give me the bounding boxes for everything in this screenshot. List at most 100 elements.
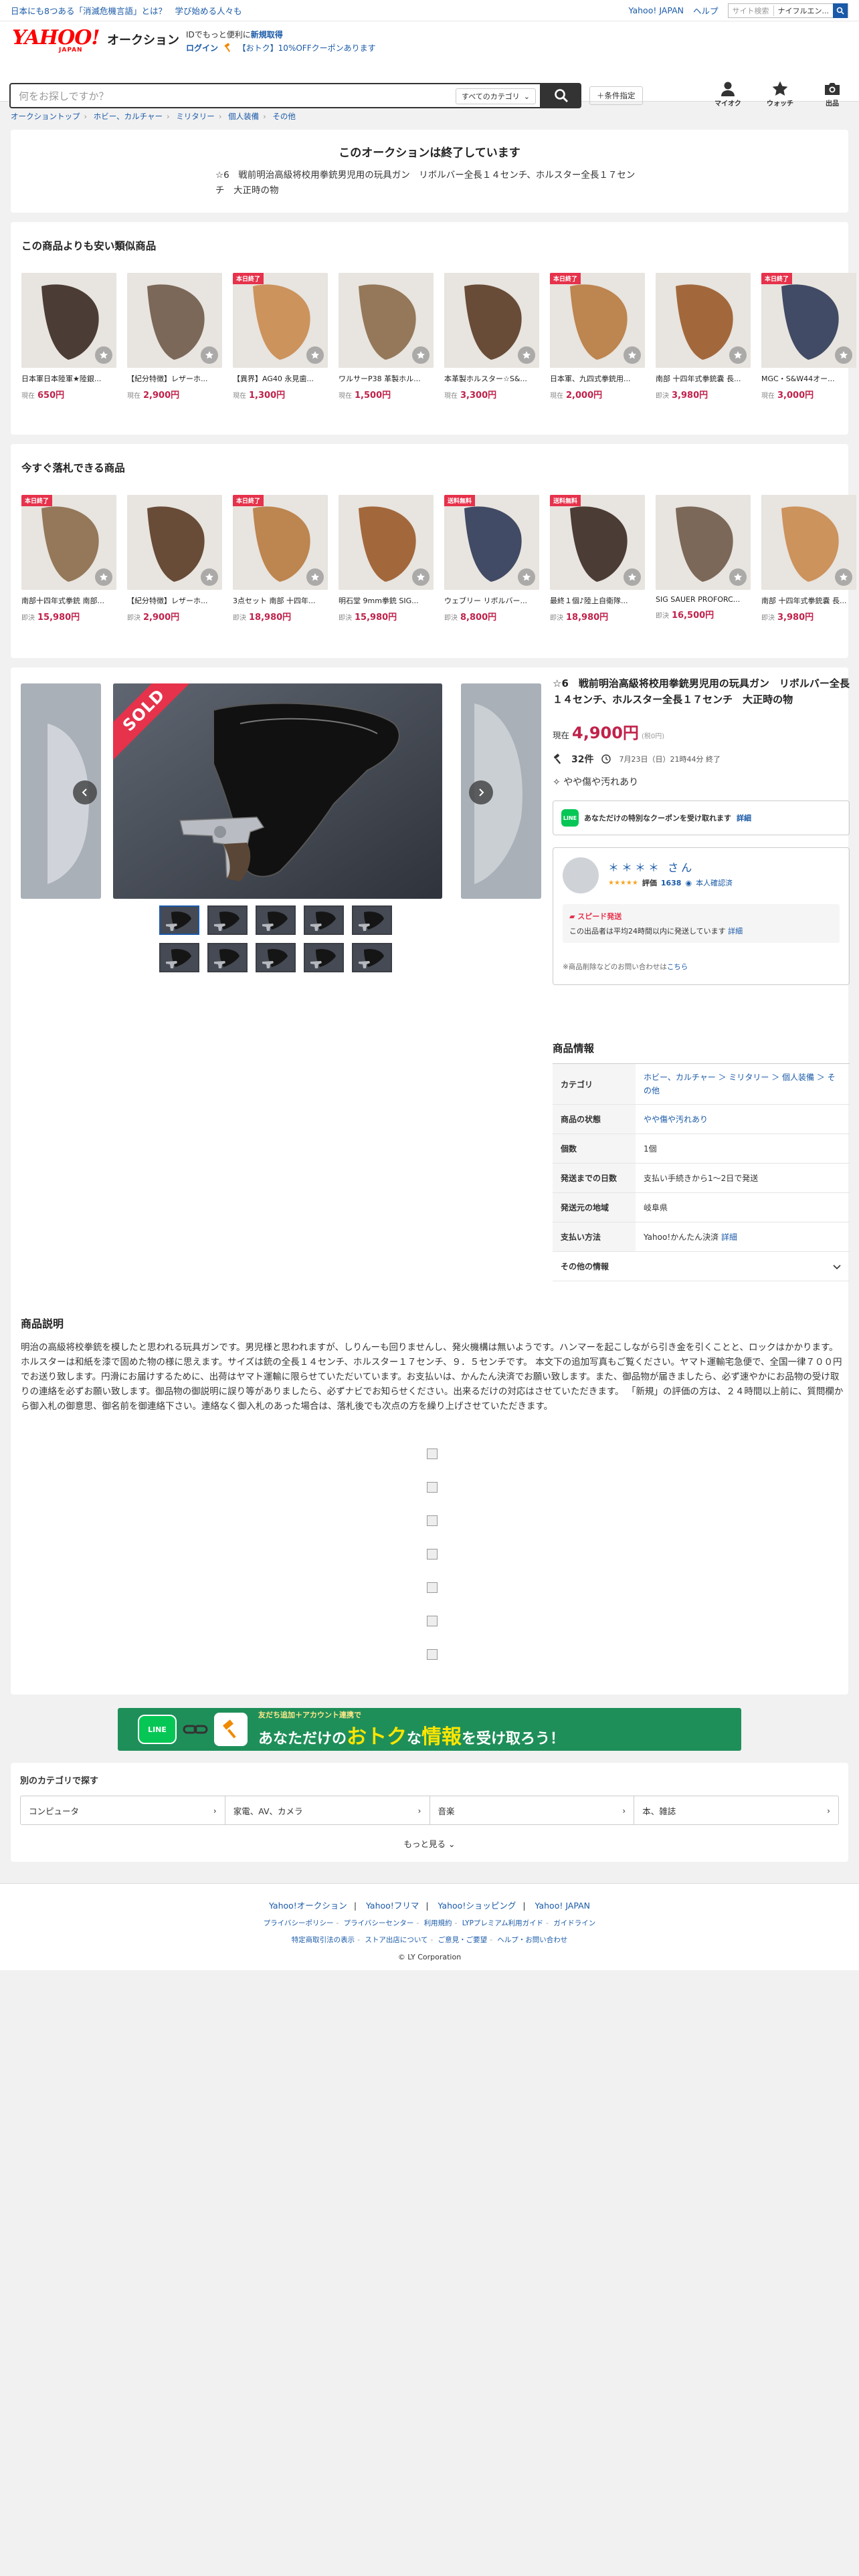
- yahoo-auction-logo[interactable]: YAHOO! JAPAN オークション: [12, 27, 179, 54]
- contact-link[interactable]: こちら: [667, 963, 688, 971]
- watch-star-button[interactable]: [835, 346, 852, 364]
- coupon-detail-link[interactable]: 詳細: [737, 813, 751, 823]
- footer-link[interactable]: ストア出店について: [365, 1936, 427, 1944]
- site-search-button[interactable]: [833, 3, 848, 18]
- product-card[interactable]: 送料無料 最終１個♪陸上自衛隊... 即決 18,980円: [550, 495, 645, 623]
- promo-link[interactable]: 日本にも8つある「消滅危機言語」とは？ 学び始める人々も: [11, 4, 242, 17]
- product-name[interactable]: 日本軍、九四式拳銃用...: [550, 373, 645, 384]
- footer-link[interactable]: LYPプレミアム利用ガイド: [462, 1919, 543, 1927]
- gallery-next-button[interactable]: [469, 780, 493, 804]
- category-link[interactable]: コンピュータ ›: [21, 1796, 225, 1824]
- product-image[interactable]: 本日終了: [21, 495, 116, 590]
- product-name[interactable]: ウェブリー リボルバー...: [444, 595, 539, 606]
- footer-link[interactable]: Yahoo!フリマ: [366, 1901, 419, 1911]
- product-name[interactable]: 南部十四年式拳銃 南部...: [21, 595, 116, 606]
- watch-list-button[interactable]: ウォッチ: [767, 80, 793, 108]
- gallery-thumbnail[interactable]: [304, 905, 344, 935]
- product-name[interactable]: 日本軍日本陸軍★陸銀...: [21, 373, 116, 384]
- category-link[interactable]: 家電、AV、カメラ ›: [225, 1796, 430, 1824]
- site-search-input[interactable]: サイト検索: [729, 5, 773, 16]
- watch-star-button[interactable]: [518, 346, 535, 364]
- footer-link[interactable]: Yahoo!ショッピング: [438, 1901, 516, 1911]
- advanced-search-button[interactable]: ＋条件指定: [589, 86, 643, 105]
- footer-link[interactable]: Yahoo! JAPAN: [535, 1901, 590, 1911]
- product-image[interactable]: [656, 273, 751, 368]
- gallery-thumbnail[interactable]: [256, 905, 296, 935]
- other-info-toggle[interactable]: その他の情報: [553, 1252, 850, 1281]
- product-image[interactable]: 本日終了: [550, 273, 645, 368]
- footer-link[interactable]: ガイドライン: [553, 1919, 595, 1927]
- search-button[interactable]: [541, 83, 581, 108]
- product-image[interactable]: 本日終了: [233, 495, 328, 590]
- product-card[interactable]: 本日終了 南部十四年式拳銃 南部... 即決 15,980円: [21, 495, 116, 623]
- payment-detail-link[interactable]: 詳細: [721, 1232, 737, 1242]
- product-name[interactable]: 最終１個♪陸上自衛隊...: [550, 595, 645, 606]
- category-path-link[interactable]: ホビー、カルチャー ＞ ミリタリー ＞ 個人装備 ＞ その他: [636, 1064, 850, 1104]
- watch-star-button[interactable]: [201, 346, 218, 364]
- product-name[interactable]: 南部 十四年式拳銃嚢 長...: [761, 595, 856, 606]
- yahoo-japan-link[interactable]: Yahoo! JAPAN: [629, 5, 684, 15]
- watch-star-button[interactable]: [729, 346, 747, 364]
- gallery-thumbnail[interactable]: [352, 943, 392, 972]
- breadcrumb-item[interactable]: オークショントップ: [11, 112, 80, 121]
- category-select[interactable]: すべてのカテゴリ ⌄: [455, 88, 536, 104]
- product-image[interactable]: [444, 273, 539, 368]
- footer-link[interactable]: 利用規約: [424, 1919, 452, 1927]
- watch-star-button[interactable]: [624, 346, 641, 364]
- bid-count[interactable]: 32件: [571, 752, 593, 766]
- product-card[interactable]: 本日終了 MGC・S&W44オー... 現在 3,000円: [761, 273, 856, 401]
- watch-star-button[interactable]: [518, 568, 535, 586]
- product-name[interactable]: 【異界】AG40 永見歯...: [233, 373, 328, 384]
- rating-count[interactable]: 1638: [661, 879, 682, 887]
- search-input[interactable]: 何をお探しですか？ すべてのカテゴリ ⌄: [9, 83, 541, 108]
- product-image[interactable]: [127, 495, 222, 590]
- product-card[interactable]: 本日終了 日本軍、九四式拳銃用... 現在 2,000円: [550, 273, 645, 401]
- product-name[interactable]: 明石堂 9mm拳銃 SIG...: [339, 595, 434, 606]
- product-card[interactable]: 本日終了 【異界】AG40 永見歯... 現在 1,300円: [233, 273, 328, 401]
- main-image[interactable]: SOLD: [113, 683, 442, 899]
- watch-star-button[interactable]: [624, 568, 641, 586]
- login-link[interactable]: ログイン: [186, 43, 218, 53]
- product-image[interactable]: 送料無料: [444, 495, 539, 590]
- product-image[interactable]: 本日終了: [233, 273, 328, 368]
- line-campaign-banner[interactable]: LINE 友だち追加＋アカウント連携で あなただけのおトクな情報を受け取ろう！: [118, 1708, 741, 1751]
- product-card[interactable]: 【紀分特徴】レザーホ... 現在 2,900円: [127, 273, 222, 401]
- footer-link[interactable]: ヘルプ・お問い合わせ: [497, 1936, 567, 1944]
- condition-link[interactable]: やや傷や汚れあり: [636, 1106, 850, 1133]
- product-image[interactable]: [21, 273, 116, 368]
- breadcrumb-item[interactable]: その他: [272, 112, 296, 121]
- category-link[interactable]: 本、雑誌 ›: [634, 1796, 838, 1824]
- product-card[interactable]: 送料無料 ウェブリー リボルバー... 即決 8,800円: [444, 495, 539, 623]
- gallery-thumbnail[interactable]: [352, 905, 392, 935]
- product-name[interactable]: 【紀分特徴】レザーホ...: [127, 595, 222, 606]
- product-name[interactable]: 3点セット 南部 十四年...: [233, 595, 328, 606]
- coupon-link[interactable]: 【おトク】10%OFFクーポンあります: [238, 43, 376, 53]
- gallery-thumbnail[interactable]: [207, 905, 248, 935]
- breadcrumb-item[interactable]: ミリタリー: [176, 112, 215, 121]
- watch-star-button[interactable]: [201, 568, 218, 586]
- product-card[interactable]: ワルサーP38 革製ホル... 現在 1,500円: [339, 273, 434, 401]
- speed-detail-link[interactable]: 詳細: [728, 927, 743, 936]
- watch-star-button[interactable]: [729, 568, 747, 586]
- product-card[interactable]: 本日終了 3点セット 南部 十四年... 即決 18,980円: [233, 495, 328, 623]
- product-image[interactable]: 送料無料: [550, 495, 645, 590]
- sell-button[interactable]: 出品: [819, 80, 846, 108]
- product-image[interactable]: [656, 495, 751, 590]
- site-search-select[interactable]: ナイフルエン...: [773, 5, 834, 16]
- product-name[interactable]: ワルサーP38 革製ホル...: [339, 373, 434, 384]
- product-card[interactable]: 南部 十四年式拳銃嚢 長... 即決 3,980円: [761, 495, 856, 623]
- footer-link[interactable]: プライバシーポリシー: [264, 1919, 334, 1927]
- product-name[interactable]: 南部 十四年式拳銃嚢 長...: [656, 373, 751, 384]
- gallery-thumbnail[interactable]: [159, 943, 199, 972]
- product-image[interactable]: [761, 495, 856, 590]
- gallery-prev-button[interactable]: [73, 780, 97, 804]
- product-image[interactable]: [127, 273, 222, 368]
- watch-star-button[interactable]: [306, 568, 324, 586]
- product-card[interactable]: 南部 十四年式拳銃嚢 長... 即決 3,980円: [656, 273, 751, 401]
- watch-star-button[interactable]: [412, 568, 430, 586]
- footer-link[interactable]: Yahoo!オークション: [269, 1901, 347, 1911]
- watch-star-button[interactable]: [95, 346, 112, 364]
- my-auction-button[interactable]: マイオク: [714, 80, 741, 108]
- gallery-thumbnail[interactable]: [256, 943, 296, 972]
- product-image[interactable]: [339, 273, 434, 368]
